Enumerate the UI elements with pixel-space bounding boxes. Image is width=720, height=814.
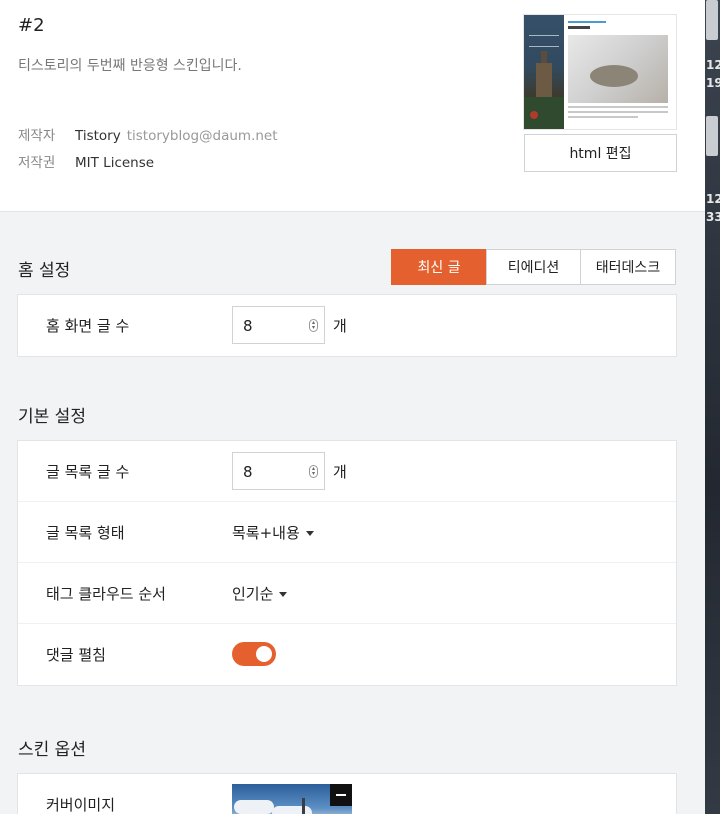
comment-expand-toggle[interactable] bbox=[232, 642, 276, 666]
stepper-icon[interactable]: ▴ ▾ bbox=[309, 319, 318, 332]
tab-t-edition[interactable]: 티에디션 bbox=[486, 249, 581, 285]
home-post-count-unit: 개 bbox=[333, 317, 347, 335]
caret-down-icon bbox=[279, 592, 288, 597]
tag-order-dropdown[interactable]: 인기순 bbox=[232, 583, 288, 604]
tab-tatter-desk[interactable]: 태터데스크 bbox=[580, 249, 676, 285]
maker-name: Tistory bbox=[75, 128, 121, 144]
list-type-label: 글 목록 형태 bbox=[46, 524, 125, 542]
list-type-row: 글 목록 형태 목록+내용 bbox=[18, 502, 676, 563]
skin-options-card: 커버이미지 bbox=[17, 773, 677, 814]
list-count-unit: 개 bbox=[333, 463, 347, 481]
maker-label: 제작자 bbox=[18, 128, 56, 144]
html-edit-button[interactable]: html 편집 bbox=[524, 134, 677, 172]
home-tab-group: 최신 글 티에디션 태터데스크 bbox=[391, 249, 676, 285]
skin-options-title: 스킨 옵션 bbox=[18, 740, 86, 760]
side-number: 12 bbox=[706, 192, 720, 206]
preview-desktop-image bbox=[568, 21, 672, 118]
home-post-count-input[interactable]: 8 ▴ ▾ bbox=[232, 306, 325, 344]
cover-image-preview[interactable] bbox=[232, 784, 352, 814]
list-count-value: 8 bbox=[243, 463, 253, 481]
list-count-input[interactable]: 8 ▴ ▾ bbox=[232, 452, 325, 490]
home-settings-card: 홈 화면 글 수 8 ▴ ▾ 개 bbox=[17, 294, 677, 357]
list-count-label: 글 목록 글 수 bbox=[46, 463, 130, 481]
list-type-value: 목록+내용 bbox=[232, 524, 300, 542]
maker-email: tistoryblog@daum.net bbox=[126, 128, 278, 144]
list-type-dropdown[interactable]: 목록+내용 bbox=[232, 522, 314, 543]
skin-info-header: #2 티스토리의 두번째 반응형 스킨입니다. 제작자 Tistory tistor… bbox=[0, 0, 705, 212]
basic-settings-title: 기본 설정 bbox=[18, 407, 86, 427]
skin-preview-thumbnail bbox=[523, 14, 677, 130]
cover-image-row: 커버이미지 bbox=[18, 774, 676, 814]
home-post-count-label: 홈 화면 글 수 bbox=[46, 317, 130, 335]
side-number: 12 bbox=[706, 58, 720, 72]
license-row: 저작권 MIT License bbox=[18, 151, 154, 171]
skin-description: 티스토리의 두번째 반응형 스킨입니다. bbox=[18, 58, 242, 74]
caret-down-icon bbox=[305, 531, 314, 536]
tag-order-value: 인기순 bbox=[232, 585, 274, 603]
list-count-row: 글 목록 글 수 8 ▴ ▾ 개 bbox=[18, 441, 676, 502]
comment-expand-row: 댓글 펼침 bbox=[18, 624, 676, 685]
home-post-count-value: 8 bbox=[243, 317, 253, 335]
tag-order-label: 태그 클라우드 순서 bbox=[46, 585, 166, 603]
background-window-strip: 12 19 12 33 bbox=[705, 0, 720, 814]
skin-settings-panel: #2 티스토리의 두번째 반응형 스킨입니다. 제작자 Tistory tistor… bbox=[0, 0, 705, 814]
side-number: 19 bbox=[706, 76, 720, 90]
comment-expand-label: 댓글 펼침 bbox=[46, 646, 106, 664]
license-label: 저작권 bbox=[18, 155, 56, 171]
preview-mobile-image bbox=[524, 15, 564, 129]
cover-image-label: 커버이미지 bbox=[46, 796, 116, 814]
remove-image-icon[interactable] bbox=[330, 784, 352, 806]
tag-order-row: 태그 클라우드 순서 인기순 bbox=[18, 563, 676, 624]
home-settings-title: 홈 설정 bbox=[18, 261, 71, 281]
tab-latest-posts[interactable]: 최신 글 bbox=[391, 249, 487, 285]
toggle-knob bbox=[256, 646, 272, 662]
side-number: 33 bbox=[706, 210, 720, 224]
skin-name: #2 bbox=[18, 15, 45, 36]
home-post-count-row: 홈 화면 글 수 8 ▴ ▾ 개 bbox=[18, 295, 676, 356]
stepper-icon[interactable]: ▴ ▾ bbox=[309, 465, 318, 478]
basic-settings-card: 글 목록 글 수 8 ▴ ▾ 개 글 목록 형태 목록+내용 태그 클라우드 순서… bbox=[17, 440, 677, 686]
license-value: MIT License bbox=[75, 155, 155, 171]
maker-row: 제작자 Tistory tistoryblog@daum.net bbox=[18, 124, 278, 144]
